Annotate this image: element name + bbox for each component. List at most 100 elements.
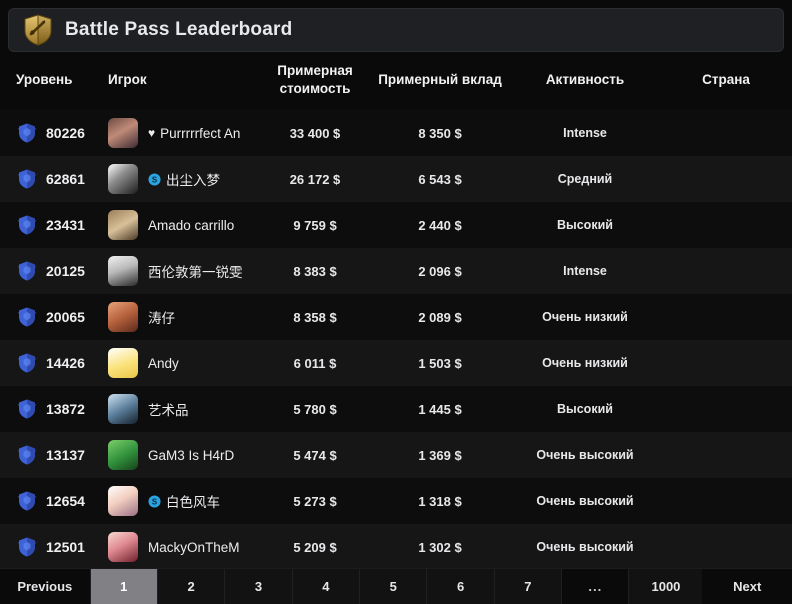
cell-country: [660, 524, 792, 568]
player-name-text: 出尘入梦: [166, 173, 220, 189]
pagination-page-1000[interactable]: 1000: [628, 569, 703, 604]
cell-level: 12654: [0, 478, 100, 524]
cell-player: MackyOnTheM: [100, 524, 260, 568]
cell-player: S 白色风车: [100, 478, 260, 524]
cell-country: [660, 386, 792, 432]
table-row[interactable]: 13872 艺术品 5 780 $ 1 445 $ Высокий: [0, 386, 792, 433]
cell-player: GaM3 Is H4rD: [100, 432, 260, 478]
cell-estimated-value: 5 209 $: [293, 539, 337, 555]
pagination-page-1[interactable]: 1: [89, 569, 157, 604]
cell-country: [660, 478, 792, 524]
column-header-level[interactable]: Уровень: [0, 52, 100, 111]
table-row[interactable]: 20125 西伦敦第一锐雯 8 383 $ 2 096 $ Intense: [0, 248, 792, 295]
player-name[interactable]: S 白色风车: [148, 491, 220, 511]
player-name[interactable]: Andy: [148, 356, 179, 371]
cell-level: 62861: [0, 156, 100, 202]
table-row[interactable]: 12501 MackyOnTheM 5 209 $ 1 302 $ Очень высо…: [0, 524, 792, 568]
level-shield-icon: [17, 169, 37, 189]
table-row[interactable]: 20065 涛仔 8 358 $ 2 089 $ Очень низкий: [0, 294, 792, 341]
table-row[interactable]: 14426 Andy 6 011 $ 1 503 $ Очень низкий: [0, 340, 792, 387]
cell-activity: Высокий: [557, 218, 613, 233]
level-badge-group: 13872: [16, 398, 94, 420]
column-header-player[interactable]: Игрок: [100, 52, 260, 111]
player-name[interactable]: S 出尘入梦: [148, 169, 220, 189]
cell-activity: Intense: [563, 264, 607, 279]
leaderboard-window: Battle Pass Leaderboard Уровень Игрок Пр…: [0, 0, 792, 604]
player-name[interactable]: MackyOnTheM: [148, 540, 240, 555]
player-name-text: MackyOnTheM: [148, 539, 240, 555]
table-row[interactable]: 12654 S 白色风车 5 273 $ 1 318 $ Очень высокий: [0, 478, 792, 525]
cell-estimated-value: 6 011 $: [293, 355, 337, 371]
pagination-ellipsis: ...: [561, 569, 629, 604]
cell-estimated-contribution: 1 369 $: [418, 447, 462, 463]
cell-country: [660, 202, 792, 248]
cell-level: 14426: [0, 340, 100, 386]
cell-level: 13137: [0, 432, 100, 478]
avatar: [108, 302, 138, 333]
player-group: GaM3 Is H4rD: [108, 440, 254, 471]
svg-text:S: S: [152, 497, 157, 506]
level-badge-group: 80226: [16, 122, 94, 144]
player-name[interactable]: ♥ Purrrrrfect An: [148, 126, 240, 141]
cell-estimated-value: 5 273 $: [293, 493, 337, 509]
player-name[interactable]: 艺术品: [148, 399, 189, 419]
battlepass-shield-icon: [24, 14, 52, 46]
pagination-page-3[interactable]: 3: [224, 569, 292, 604]
column-header-contribution[interactable]: Примерный вклад: [370, 52, 510, 111]
avatar: [108, 118, 138, 149]
level-value: 20065: [46, 309, 85, 326]
level-value: 80226: [46, 125, 85, 142]
pagination-page-7[interactable]: 7: [493, 569, 562, 604]
player-name[interactable]: Amado carrillo: [148, 218, 234, 233]
level-value: 12501: [46, 539, 85, 556]
level-shield-icon: [17, 215, 37, 235]
pagination-next-button[interactable]: Next: [702, 569, 792, 604]
cell-estimated-contribution: 6 543 $: [418, 171, 462, 187]
table-row[interactable]: 80226 ♥ Purrrrrfect An 33 400 $ 8 350 $ Inten…: [0, 110, 792, 157]
svg-text:S: S: [152, 175, 157, 184]
avatar: [108, 440, 138, 471]
level-badge-group: 13137: [16, 444, 94, 466]
cell-activity: Высокий: [557, 402, 613, 417]
pagination-page-2[interactable]: 2: [156, 569, 225, 604]
player-name[interactable]: 涛仔: [148, 307, 175, 327]
leaderboard-table: Уровень Игрок Примерная стоимость Пример…: [0, 52, 792, 568]
cell-activity: Средний: [557, 172, 613, 187]
cell-country: [660, 248, 792, 294]
pagination-page-4[interactable]: 4: [291, 569, 360, 604]
level-badge-group: 14426: [16, 352, 94, 374]
column-header-activity[interactable]: Активность: [510, 52, 660, 111]
cell-player: 西伦敦第一锐雯: [100, 248, 260, 294]
player-name[interactable]: GaM3 Is H4rD: [148, 448, 234, 463]
pagination-page-5[interactable]: 5: [359, 569, 427, 604]
pagination-page-6[interactable]: 6: [426, 569, 494, 604]
cell-estimated-contribution: 2 089 $: [418, 309, 462, 325]
leaderboard-table-container: Уровень Игрок Примерная стоимость Пример…: [0, 52, 792, 568]
cell-country: [660, 340, 792, 386]
cell-activity: Очень высокий: [536, 494, 634, 509]
cell-estimated-contribution: 1 503 $: [418, 355, 462, 371]
cell-country: [660, 294, 792, 340]
avatar: [108, 486, 138, 517]
cell-player: ♥ Purrrrrfect An: [100, 110, 260, 156]
level-shield-icon: [17, 261, 37, 281]
cell-estimated-value: 5 780 $: [293, 401, 337, 417]
level-shield-icon: [17, 123, 37, 143]
player-group: 涛仔: [108, 302, 254, 333]
level-value: 12654: [46, 493, 85, 510]
blue-badge-icon: S: [148, 173, 161, 186]
player-name[interactable]: 西伦敦第一锐雯: [148, 261, 243, 281]
cell-country: [660, 110, 792, 156]
pagination-bar: Previous 1 2 3 4 5 6 7... 1000 Next: [0, 568, 792, 604]
pagination-previous-button[interactable]: Previous: [0, 569, 90, 604]
column-header-country[interactable]: Страна: [660, 52, 792, 111]
table-row[interactable]: 62861 S 出尘入梦 26 172 $ 6 543 $ Средний: [0, 156, 792, 203]
level-badge-group: 12501: [16, 536, 94, 558]
table-row[interactable]: 13137 GaM3 Is H4rD 5 474 $ 1 369 $ Очень выс…: [0, 432, 792, 479]
column-header-value[interactable]: Примерная стоимость: [260, 52, 370, 111]
cell-estimated-value: 8 383 $: [293, 263, 337, 279]
avatar: [108, 210, 138, 241]
heart-icon: ♥: [148, 126, 156, 141]
table-row[interactable]: 23431 Amado carrillo 9 759 $ 2 440 $ Высокий: [0, 202, 792, 249]
blue-badge-icon: S: [148, 495, 161, 508]
